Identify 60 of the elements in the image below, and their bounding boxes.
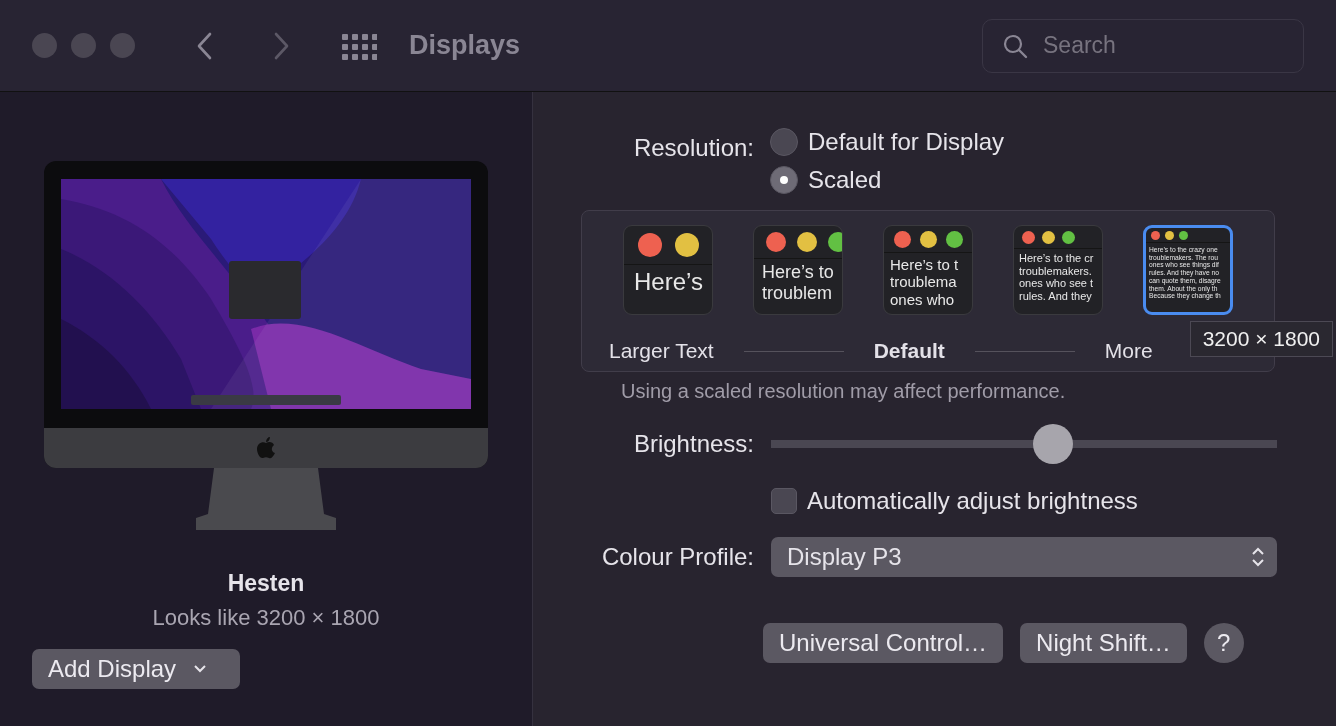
- dot-icon: [1151, 230, 1160, 240]
- radio-label: Default for Display: [808, 128, 1005, 156]
- button[interactable]: Universal Control…: [763, 623, 1004, 663]
- slider-thumb[interactable]: [1032, 424, 1073, 464]
- preview-text: troublema: [890, 273, 958, 291]
- dot-icon: [1042, 230, 1055, 244]
- colour-profile-label: Colour Profile:: [600, 543, 754, 571]
- checkbox[interactable]: [771, 488, 797, 514]
- dot-icon: [920, 230, 937, 248]
- dot-icon: [1022, 230, 1035, 244]
- dot-icon: [894, 230, 911, 248]
- dot-icon: [946, 230, 963, 248]
- scale-option[interactable]: Here’s: [623, 225, 713, 315]
- dot-icon: [675, 233, 699, 257]
- preview-text: ones who: [890, 290, 956, 308]
- preview-text: troublemakers.: [1019, 264, 1093, 278]
- tooltip: 3200 × 1800: [1189, 321, 1333, 357]
- checkbox-label: Automatically adjust brightness: [807, 487, 1138, 515]
- preview-text: Here’s to the cr: [1019, 252, 1095, 265]
- scale-option[interactable]: Here’s to t troublema ones who: [883, 225, 973, 315]
- scale-label: More: [1104, 339, 1153, 363]
- dot-icon: [797, 232, 817, 252]
- button[interactable]: Night Shift…: [1020, 623, 1187, 663]
- search-field[interactable]: Search: [982, 18, 1304, 73]
- logo-icon: [256, 437, 276, 459]
- display-name: Hesten: [227, 570, 305, 597]
- dot-icon: [1062, 230, 1075, 244]
- grid-icon[interactable]: [341, 31, 377, 60]
- dot-icon: [1179, 230, 1188, 240]
- window-control-button[interactable]: [110, 33, 135, 58]
- window-control-button[interactable]: [71, 33, 96, 58]
- dot-icon: [828, 232, 842, 252]
- scale-option[interactable]: Here’s to the cr troublemakers. ones who see t rules. And they: [1013, 225, 1103, 315]
- radio-label: Scaled: [808, 166, 882, 194]
- radio-button[interactable]: [770, 166, 798, 194]
- dot-icon: [638, 233, 662, 257]
- scale-label: Larger Text: [609, 339, 714, 363]
- radio-button[interactable]: [770, 128, 798, 156]
- brightness-label: Brightness:: [632, 430, 754, 458]
- preview-text: ones who see t: [1019, 277, 1094, 290]
- updown-arrows-icon: [1251, 546, 1265, 568]
- resolution-label: Resolution:: [632, 134, 754, 162]
- preview-text: rules. And they: [1019, 289, 1093, 303]
- dot-icon: [766, 232, 786, 252]
- scale-label: Default: [873, 339, 945, 363]
- chevron-icon: [194, 665, 207, 673]
- search-icon: [1002, 32, 1028, 59]
- preview-text: Here’s to t: [890, 256, 960, 274]
- preview-text: Here’s: [634, 268, 704, 296]
- window-title: Displays: [409, 30, 521, 61]
- scale-option[interactable]: Here’s to troublem: [753, 225, 843, 315]
- resolution-note: Looks like 3200 × 1800: [152, 605, 380, 631]
- window-control-button[interactable]: [32, 33, 57, 58]
- preview-text: Here’s to: [762, 262, 835, 283]
- add-display-button[interactable]: Add Display: [32, 649, 240, 689]
- preview-text: troublem: [762, 282, 834, 304]
- help-button[interactable]: ?: [1203, 623, 1244, 663]
- performance-note: Using a scaled resolution may affect performance.: [621, 380, 1067, 403]
- dot-icon: [1165, 230, 1174, 240]
- colour-profile-dropdown[interactable]: Display P3: [771, 537, 1277, 577]
